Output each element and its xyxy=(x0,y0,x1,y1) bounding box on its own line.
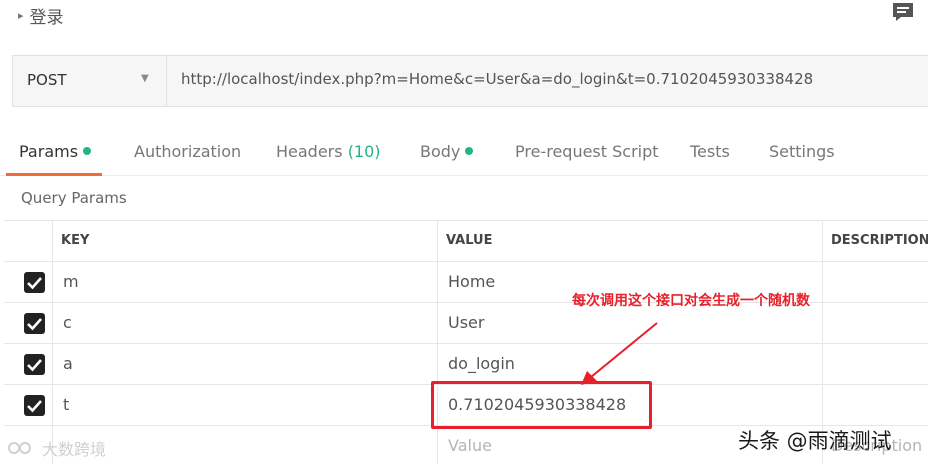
header-value: VALUE xyxy=(446,233,493,248)
status-dot-icon xyxy=(465,146,474,155)
watermark-right: 头条 @雨滴测试 xyxy=(738,429,892,453)
checkbox-checked-icon[interactable] xyxy=(24,395,45,416)
watermark-left: 大数跨境 xyxy=(8,436,106,460)
headers-count-badge: (10) xyxy=(347,142,381,161)
param-key[interactable]: t xyxy=(63,395,69,414)
tab-body-label: Body xyxy=(420,142,461,161)
tab-tests-label: Tests xyxy=(690,142,730,161)
active-tab-indicator xyxy=(6,173,102,176)
request-header: ▸ 登录 xyxy=(0,0,928,34)
chevron-down-icon: ▼ xyxy=(141,73,149,84)
table-header: KEY VALUE DESCRIPTION xyxy=(4,220,928,262)
status-dot-icon xyxy=(83,146,92,155)
tab-pre-request-script[interactable]: Pre-request Script xyxy=(515,142,659,161)
watermark-left-text: 大数跨境 xyxy=(42,440,107,459)
tab-headers-label: Headers xyxy=(276,142,343,161)
comment-icon[interactable] xyxy=(892,2,914,22)
method-select[interactable]: POST ▼ xyxy=(13,56,167,106)
tab-body[interactable]: Body xyxy=(420,142,474,161)
method-label: POST xyxy=(27,71,67,89)
tab-settings-label: Settings xyxy=(769,142,835,161)
header-description: DESCRIPTION xyxy=(831,233,928,248)
collapse-icon[interactable]: ▸ xyxy=(18,9,24,22)
table-row: a do_login xyxy=(4,344,928,385)
watermark-logo-icon xyxy=(8,442,31,454)
tab-tests[interactable]: Tests xyxy=(690,142,730,161)
tab-params-label: Params xyxy=(19,142,79,161)
checkbox-checked-icon[interactable] xyxy=(24,272,45,293)
annotation-text: 每次调用这个接口对会生成一个随机数 xyxy=(572,293,810,309)
request-name[interactable]: ▸ 登录 xyxy=(18,3,64,28)
tab-pre-request-script-label: Pre-request Script xyxy=(515,142,659,161)
checkbox-checked-icon[interactable] xyxy=(24,313,45,334)
tab-headers[interactable]: Headers (10) xyxy=(276,142,381,161)
query-params-title: Query Params xyxy=(21,189,127,207)
param-key[interactable]: a xyxy=(63,354,73,373)
param-key[interactable]: m xyxy=(63,272,79,291)
highlight-box xyxy=(431,381,652,429)
header-key: KEY xyxy=(61,233,90,248)
tab-params[interactable]: Params xyxy=(19,142,92,161)
tab-authorization-label: Authorization xyxy=(134,142,242,161)
checkbox-checked-icon[interactable] xyxy=(24,354,45,375)
param-value[interactable]: Home xyxy=(448,272,495,291)
request-name-label: 登录 xyxy=(29,8,64,28)
url-input[interactable]: http://localhost/index.php?m=Home&c=User… xyxy=(181,70,813,88)
tab-authorization[interactable]: Authorization xyxy=(134,142,241,161)
new-value-placeholder[interactable]: Value xyxy=(448,436,492,455)
tab-settings[interactable]: Settings xyxy=(769,142,835,161)
request-tabs: Params Authorization Headers (10) Body P… xyxy=(0,136,928,176)
url-bar: POST ▼ http://localhost/index.php?m=Home… xyxy=(12,55,928,107)
param-key[interactable]: c xyxy=(63,313,72,332)
param-value[interactable]: User xyxy=(448,313,484,332)
param-value[interactable]: do_login xyxy=(448,354,515,373)
